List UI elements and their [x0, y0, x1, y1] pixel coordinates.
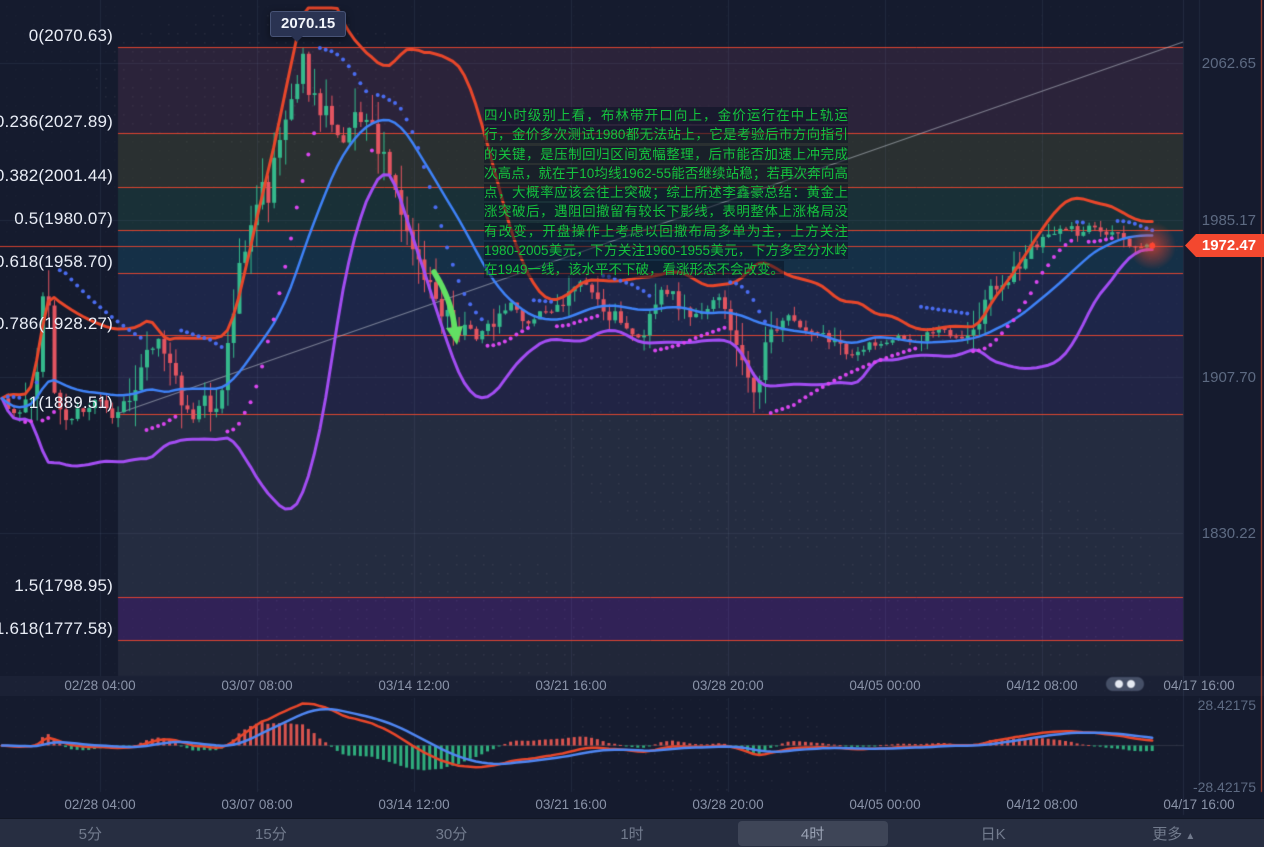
timeframe-label: 5分	[79, 826, 102, 843]
fib-level-label: 0.786(1928.27)	[0, 314, 113, 334]
timeframe-label: 更多	[1152, 826, 1182, 843]
timeframe-15min[interactable]: 15分	[181, 819, 362, 847]
price-axis-label: 1830.22	[1176, 525, 1256, 542]
price-axis-label: 1985.17	[1176, 212, 1256, 229]
timeframe-5min[interactable]: 5分	[0, 819, 181, 847]
macd-time-tick: 03/14 12:00	[354, 797, 474, 812]
fib-level-label: 0.382(2001.44)	[0, 166, 113, 186]
macd-axis-min: -28.42175	[1161, 779, 1256, 795]
macd-time-tick: 02/28 04:00	[40, 797, 160, 812]
timeframe-toolbar: 5分 15分 30分 1时 4时 日K 更多▲	[0, 818, 1264, 847]
main-time-tick: 04/05 00:00	[825, 678, 945, 693]
fib-level-label: 1.5(1798.95)	[0, 576, 113, 596]
fib-level-label: 0.618(1958.70)	[0, 252, 113, 272]
timeframe-30min[interactable]: 30分	[361, 819, 542, 847]
macd-time-tick: 04/17 16:00	[1139, 797, 1259, 812]
timeframe-more[interactable]: 更多▲	[1083, 819, 1264, 847]
high-price-value: 2070.15	[281, 15, 335, 32]
analysis-annotation-text: 四小时级别上看，布林带开口向上，金价运行在中上轨运行，金价多次测试1980都无法…	[484, 107, 848, 278]
macd-axis-max: 28.42175	[1161, 697, 1256, 713]
fib-level-label: 1.618(1777.58)	[0, 619, 113, 639]
main-time-tick: 03/21 16:00	[511, 678, 631, 693]
timeframe-label: 1时	[620, 826, 643, 843]
main-time-tick: 03/07 08:00	[197, 678, 317, 693]
macd-time-tick: 03/07 08:00	[197, 797, 317, 812]
price-axis-label: 2062.65	[1176, 55, 1256, 72]
timeframe-4h[interactable]: 4时	[722, 819, 903, 847]
main-time-tick: 04/12 08:00	[982, 678, 1102, 693]
high-price-tooltip: 2070.15	[270, 11, 346, 37]
fib-level-label: 0.236(2027.89)	[0, 112, 113, 132]
price-axis-label: 1907.70	[1176, 369, 1256, 386]
trading-chart-app: 2070.15 四小时级别上看，布林带开口向上，金价运行在中上轨运行，金价多次测…	[0, 0, 1264, 847]
timeframe-label: 日K	[981, 826, 1006, 843]
macd-time-tick: 04/12 08:00	[982, 797, 1102, 812]
macd-time-tick: 03/21 16:00	[511, 797, 631, 812]
main-time-tick: 03/28 20:00	[668, 678, 788, 693]
main-time-tick: 04/17 16:00	[1139, 678, 1259, 693]
timeframe-1h[interactable]: 1时	[542, 819, 723, 847]
analysis-annotation: 四小时级别上看，布林带开口向上，金价运行在中上轨运行，金价多次测试1980都无法…	[484, 106, 848, 280]
main-time-tick: 02/28 04:00	[40, 678, 160, 693]
macd-time-tick: 04/05 00:00	[825, 797, 945, 812]
timeframe-label: 15分	[255, 826, 287, 843]
timeframe-daily[interactable]: 日K	[903, 819, 1084, 847]
main-time-tick: 03/14 12:00	[354, 678, 474, 693]
timeframe-label: 4时	[801, 826, 824, 843]
fib-level-label: 0(2070.63)	[0, 26, 113, 46]
macd-time-tick: 03/28 20:00	[668, 797, 788, 812]
more-arrow-icon: ▲	[1185, 831, 1195, 842]
fib-level-label: 1(1889.51)	[0, 393, 113, 413]
current-price-tag: 1972.47	[1185, 234, 1264, 257]
timeframe-label: 30分	[436, 826, 468, 843]
fib-level-label: 0.5(1980.07)	[0, 209, 113, 229]
